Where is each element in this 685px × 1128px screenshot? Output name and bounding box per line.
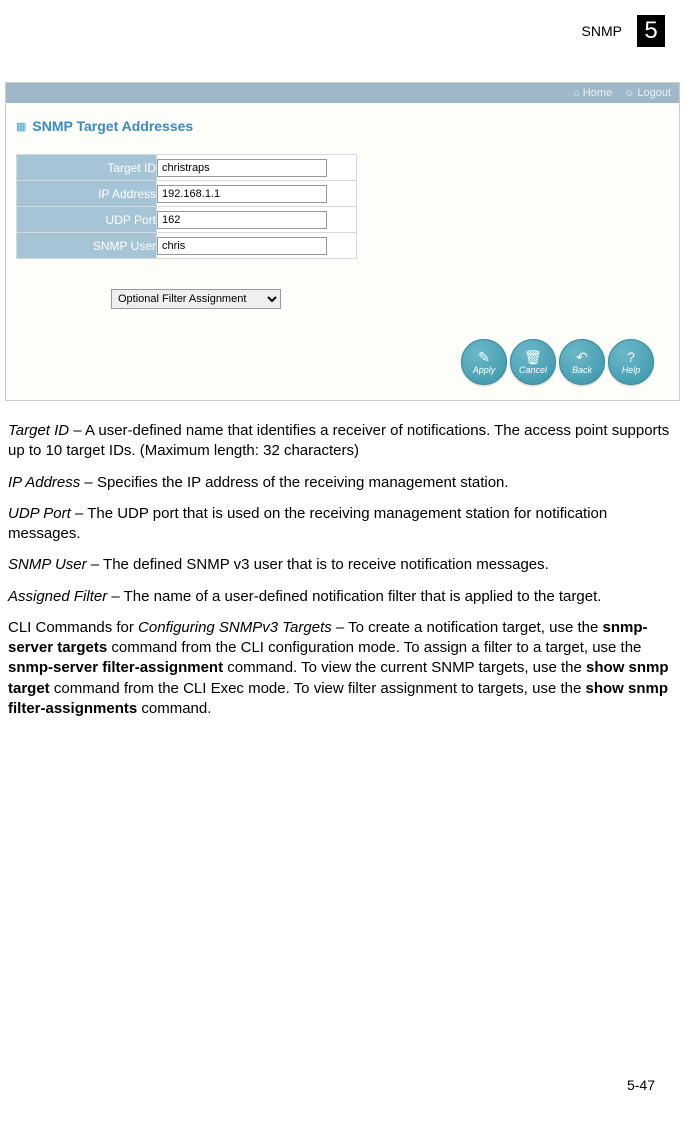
definition-text: – The UDP port that is used on the recei…	[8, 505, 607, 542]
help-icon: ?	[627, 350, 635, 364]
definition-term: IP Address	[8, 474, 80, 491]
text-run-bold: snmp-server filter-assignment	[8, 659, 223, 676]
paragraph-ip-address: IP Address – Specifies the IP address of…	[8, 473, 677, 493]
help-label: Help	[622, 365, 641, 375]
help-button[interactable]: ? Help	[608, 339, 654, 385]
filter-select[interactable]: Optional Filter Assignment	[111, 289, 281, 309]
form-table: Target ID IP Address UDP Port SNMP User	[16, 154, 357, 259]
target-id-input[interactable]	[157, 159, 327, 177]
definition-term: SNMP User	[8, 556, 87, 573]
form-row-ip-address: IP Address	[17, 181, 357, 207]
page-number: 5-47	[627, 1077, 655, 1093]
logout-label: Logout	[637, 87, 671, 99]
snmp-user-label: SNMP User	[17, 233, 157, 259]
text-run: – To create a notification target, use t…	[332, 619, 603, 636]
grid-icon: ▦	[16, 120, 26, 133]
apply-button[interactable]: ✎ Apply	[461, 339, 507, 385]
text-run: command. To view the current SNMP target…	[223, 659, 586, 676]
text-run: CLI Commands for	[8, 619, 138, 636]
text-run: command from the CLI Exec mode. To view …	[50, 680, 586, 697]
definition-term: Target ID	[8, 422, 69, 439]
definition-text: – The name of a user-defined notificatio…	[107, 588, 601, 605]
back-button[interactable]: ↶ Back	[559, 339, 605, 385]
back-label: Back	[572, 365, 592, 375]
paragraph-snmp-user: SNMP User – The defined SNMP v3 user tha…	[8, 555, 677, 575]
definition-text: – Specifies the IP address of the receiv…	[80, 474, 508, 491]
top-nav-bar: ⌂ Home ☺ Logout	[6, 83, 679, 103]
home-link[interactable]: ⌂ Home	[574, 87, 612, 99]
ip-address-input[interactable]	[157, 185, 327, 203]
definition-term: Assigned Filter	[8, 588, 107, 605]
ui-screenshot: ⌂ Home ☺ Logout ▦ SNMP Target Addresses …	[5, 82, 680, 401]
udp-port-input[interactable]	[157, 211, 327, 229]
text-run: command.	[137, 700, 211, 717]
body-text: Target ID – A user-defined name that ide…	[0, 411, 685, 719]
ip-address-label: IP Address	[17, 181, 157, 207]
definition-term: UDP Port	[8, 505, 71, 522]
back-icon: ↶	[576, 350, 588, 364]
chapter-number-badge: 5	[637, 15, 665, 47]
logout-link[interactable]: ☺ Logout	[624, 87, 671, 99]
paragraph-assigned-filter: Assigned Filter – The name of a user-def…	[8, 587, 677, 607]
form-row-snmp-user: SNMP User	[17, 233, 357, 259]
filter-row: Optional Filter Assignment	[111, 289, 679, 309]
action-button-bar: ✎ Apply 🗑 Cancel ↶ Back ? Help	[6, 324, 679, 400]
page-header: SNMP 5	[0, 0, 685, 52]
cancel-button[interactable]: 🗑 Cancel	[510, 339, 556, 385]
logout-icon: ☺	[624, 88, 634, 99]
section-label: SNMP	[582, 23, 622, 39]
form-area: Target ID IP Address UDP Port SNMP User …	[6, 154, 679, 324]
text-run: command from the CLI configuration mode.…	[107, 639, 641, 656]
panel-title-bar: ▦ SNMP Target Addresses	[6, 103, 679, 154]
definition-text: – The defined SNMP v3 user that is to re…	[87, 556, 549, 573]
home-label: Home	[583, 87, 612, 99]
text-run-italic: Configuring SNMPv3 Targets	[138, 619, 332, 636]
apply-label: Apply	[473, 365, 496, 375]
form-row-udp-port: UDP Port	[17, 207, 357, 233]
paragraph-udp-port: UDP Port – The UDP port that is used on …	[8, 504, 677, 545]
apply-icon: ✎	[478, 350, 490, 364]
form-row-target-id: Target ID	[17, 155, 357, 181]
home-icon: ⌂	[574, 88, 580, 99]
panel-title: SNMP Target Addresses	[32, 118, 193, 134]
definition-text: – A user-defined name that identifies a …	[8, 422, 669, 459]
udp-port-label: UDP Port	[17, 207, 157, 233]
cancel-label: Cancel	[519, 365, 547, 375]
cancel-icon: 🗑	[524, 350, 542, 364]
snmp-user-input[interactable]	[157, 237, 327, 255]
paragraph-target-id: Target ID – A user-defined name that ide…	[8, 421, 677, 462]
target-id-label: Target ID	[17, 155, 157, 181]
paragraph-cli-commands: CLI Commands for Configuring SNMPv3 Targ…	[8, 618, 677, 719]
